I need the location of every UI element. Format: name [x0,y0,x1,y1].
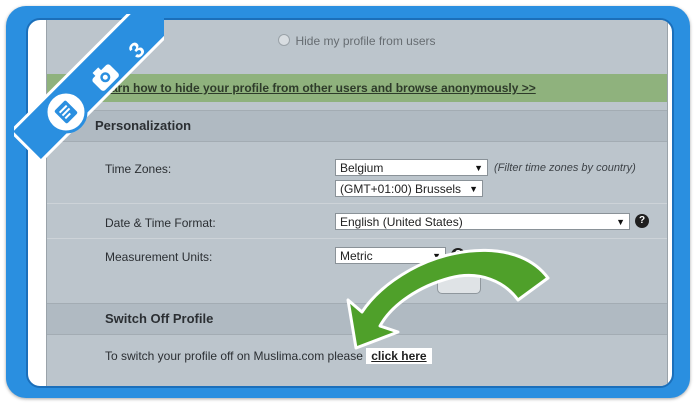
settings-page: Hide my profile from users Learn how to … [46,20,668,386]
switch-off-section-title: Switch Off Profile [105,311,214,326]
help-icon[interactable]: ? [451,248,465,262]
personalization-section-header: Personalization [47,110,667,142]
units-select[interactable]: Metric ▼ [335,247,446,264]
date-format-select-value: English (United States) [340,215,463,229]
date-format-select[interactable]: English (United States) ▼ [335,213,630,230]
help-icon[interactable]: ? [635,214,649,228]
click-here-link[interactable]: click here [366,348,432,364]
chevron-down-icon: ▼ [616,217,625,227]
country-select-value: Belgium [340,161,384,175]
timezone-select[interactable]: (GMT+01:00) Brussels ▼ [335,180,483,197]
anonymous-browsing-info-bar: Learn how to hide your profile from othe… [47,74,667,102]
screenshot-viewport: Hide my profile from users Learn how to … [26,18,674,388]
units-select-value: Metric [340,249,373,263]
date-format-label: Date & Time Format: [105,216,216,230]
filter-hint: (Filter time zones by country) [494,162,636,174]
save-button[interactable] [437,270,481,294]
switch-off-text: To switch your profile off on Muslima.co… [105,349,363,363]
hide-profile-radio[interactable] [278,34,291,46]
outer-frame: Hide my profile from users Learn how to … [6,6,690,398]
anonymous-browsing-link[interactable]: Learn how to hide your profile from othe… [97,81,536,95]
time-zones-label: Time Zones: [105,162,172,176]
row-divider [47,203,667,204]
personalization-section-title: Personalization [95,118,192,133]
hide-profile-label: Hide my profile from users [295,34,436,48]
chevron-down-icon: ▼ [432,251,441,261]
measurement-units-label: Measurement Units: [105,250,213,264]
hide-profile-option[interactable]: Hide my profile from users [47,34,667,48]
chevron-down-icon: ▼ [474,163,483,173]
row-divider [47,238,667,239]
timezone-select-value: (GMT+01:00) Brussels [340,182,462,196]
switch-off-instructions: To switch your profile off on Muslima.co… [105,348,432,364]
chevron-down-icon: ▼ [469,184,478,194]
country-select[interactable]: Belgium ▼ [335,159,488,176]
switch-off-section-header: Switch Off Profile [47,303,667,335]
